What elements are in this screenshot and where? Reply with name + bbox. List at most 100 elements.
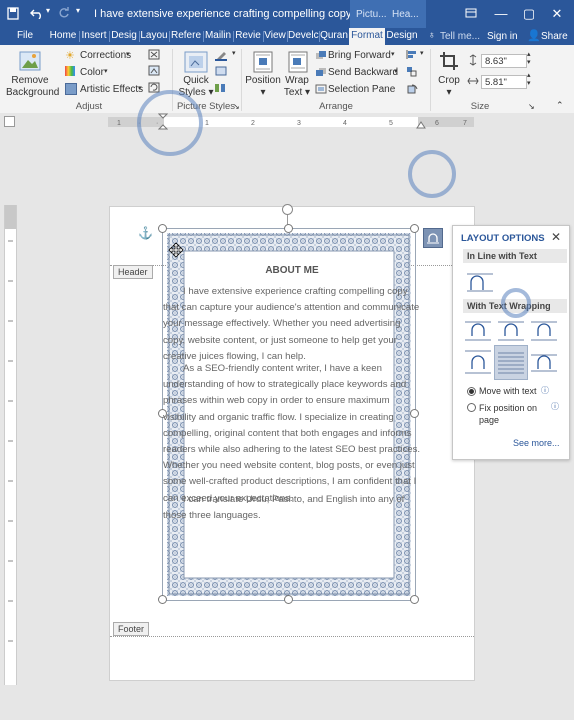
redo-icon[interactable] (58, 6, 70, 18)
tab-layout[interactable]: Layou (140, 28, 168, 45)
horizontal-ruler[interactable]: 1 · · 1234567 (0, 113, 574, 130)
resize-handle-bottom[interactable] (284, 595, 293, 604)
top-bottom-wrap-option[interactable] (463, 347, 493, 377)
resize-handle-top-right[interactable] (410, 224, 419, 233)
resize-handle-bottom-right[interactable] (410, 595, 419, 604)
crop-button[interactable]: Crop ▾ (436, 75, 462, 99)
svg-text:1: 1 (205, 120, 209, 127)
footer-boundary (110, 636, 474, 637)
artistic-effects-dropdown-icon[interactable]: ▾ (138, 84, 142, 92)
bring-forward-button[interactable]: Bring Forward (328, 50, 391, 61)
remove-background-button[interactable]: Remove Background (6, 75, 59, 99)
corrections-button[interactable]: Corrections (80, 50, 131, 61)
height-input[interactable]: 8.63" (481, 54, 527, 68)
inline-with-text-option[interactable] (465, 268, 495, 298)
resize-handle-top-left[interactable] (158, 224, 167, 233)
corrections-icon: ☀ (65, 50, 75, 62)
tight-wrap-option[interactable] (496, 318, 526, 348)
selection-pane-icon (315, 84, 327, 94)
tell-me-search[interactable]: Tell me... (440, 31, 480, 42)
picture-styles-launcher-icon[interactable]: ↘ (233, 102, 240, 111)
tab-format[interactable]: Format (349, 28, 385, 45)
sign-in-link[interactable]: Sign in (487, 31, 518, 42)
undo-icon[interactable] (30, 7, 44, 19)
corrections-dropdown-icon[interactable]: ▾ (126, 50, 130, 58)
compress-pictures-icon[interactable] (148, 49, 160, 60)
resize-handle-top[interactable] (284, 224, 293, 233)
move-with-text-radio[interactable] (467, 387, 476, 396)
move-cursor-icon (168, 242, 184, 258)
ribbon-display-button[interactable] (456, 0, 486, 28)
save-icon[interactable] (7, 7, 19, 20)
tab-home[interactable]: Home (48, 28, 78, 45)
artistic-effects-button[interactable]: Artistic Effects (80, 84, 143, 95)
position-button[interactable]: Position ▾ (244, 75, 282, 99)
tab-quran[interactable]: Quran (320, 28, 348, 45)
height-spinner[interactable]: ▴ ▾ (527, 51, 531, 67)
align-dropdown-icon[interactable]: ▾ (420, 49, 424, 57)
color-icon (65, 66, 75, 76)
tab-selector-icon[interactable] (4, 116, 15, 127)
quick-access-customize-icon[interactable]: ▾ (76, 6, 80, 15)
tab-insert[interactable]: Insert (80, 28, 108, 45)
selection-pane-button[interactable]: Selection Pane (328, 84, 395, 95)
maximize-button[interactable]: ▢ (514, 0, 544, 28)
resize-handle-bottom-left[interactable] (158, 595, 167, 604)
fix-position-label[interactable]: Fix position on page (479, 402, 543, 426)
size-launcher-icon[interactable]: ↘ (528, 102, 535, 111)
move-with-text-info-icon[interactable]: ⓘ (541, 385, 549, 396)
footer-label[interactable]: Footer (113, 622, 150, 636)
send-backward-dropdown-icon[interactable]: ▾ (394, 67, 398, 75)
fix-position-radio[interactable] (467, 403, 476, 412)
minimize-button[interactable]: — (486, 0, 516, 28)
in-front-of-text-option[interactable] (529, 347, 559, 377)
share-button[interactable]: Share (541, 31, 568, 42)
through-wrap-option[interactable] (529, 318, 559, 348)
color-dropdown-icon[interactable]: ▾ (104, 67, 108, 75)
close-window-button[interactable]: ✕ (542, 0, 572, 28)
align-icon[interactable] (406, 49, 418, 60)
inline-section-header: In Line with Text (463, 249, 567, 263)
group-icon[interactable] (406, 66, 418, 77)
color-button[interactable]: Color (80, 67, 104, 78)
header-tools-tab: Hea... (386, 0, 426, 28)
see-more-link[interactable]: See more... (513, 438, 560, 448)
square-wrap-option[interactable] (463, 318, 493, 348)
picture-layout-icon[interactable] (214, 82, 232, 94)
collapse-ribbon-icon[interactable]: ⌃ (556, 100, 564, 111)
undo-dropdown-icon[interactable]: ▾ (46, 6, 50, 15)
tab-mailings[interactable]: Mailin (204, 28, 232, 45)
header-label[interactable]: Header (113, 265, 153, 279)
behind-text-option[interactable] (494, 345, 528, 380)
anchor-icon: ⚓ (138, 226, 153, 240)
send-backward-button[interactable]: Send Backward (328, 67, 398, 78)
change-picture-icon[interactable] (148, 65, 160, 76)
rotate-handle[interactable] (282, 204, 293, 215)
tab-review[interactable]: Revie (234, 28, 262, 45)
svg-text:4: 4 (343, 120, 347, 127)
rotate-icon[interactable] (406, 83, 418, 94)
tab-references[interactable]: Refere (170, 28, 202, 45)
picture-border-dropdown-icon[interactable]: ▾ (232, 49, 236, 57)
layout-options-button[interactable] (423, 228, 443, 248)
tab-file[interactable]: File (10, 28, 40, 45)
ribbon-display-icon (465, 8, 477, 18)
bring-forward-dropdown-icon[interactable]: ▾ (391, 50, 395, 58)
tab-view[interactable]: View (264, 28, 286, 45)
picture-effects-icon[interactable] (214, 65, 232, 77)
send-backward-icon (316, 68, 326, 76)
close-pane-button[interactable]: ✕ (551, 230, 561, 244)
tab-design[interactable]: Desig (110, 28, 138, 45)
width-input[interactable]: 5.81" (481, 75, 527, 89)
wrap-text-button[interactable]: Wrap Text ▾ (282, 75, 312, 99)
fix-position-info-icon[interactable]: ⓘ (551, 401, 559, 412)
right-indent-marker-icon[interactable] (416, 120, 426, 129)
vertical-ruler[interactable] (4, 205, 17, 685)
picture-border-icon[interactable] (214, 49, 232, 61)
width-spinner[interactable]: ▴ ▾ (527, 72, 531, 88)
svg-text:7: 7 (463, 120, 467, 127)
tab-header-design[interactable]: Design (386, 28, 418, 45)
move-with-text-label[interactable]: Move with text (479, 386, 537, 396)
tab-developer[interactable]: Develc (288, 28, 319, 45)
ribbon-tabs: File Home Insert Desig Layou Refere Mail… (0, 28, 574, 45)
